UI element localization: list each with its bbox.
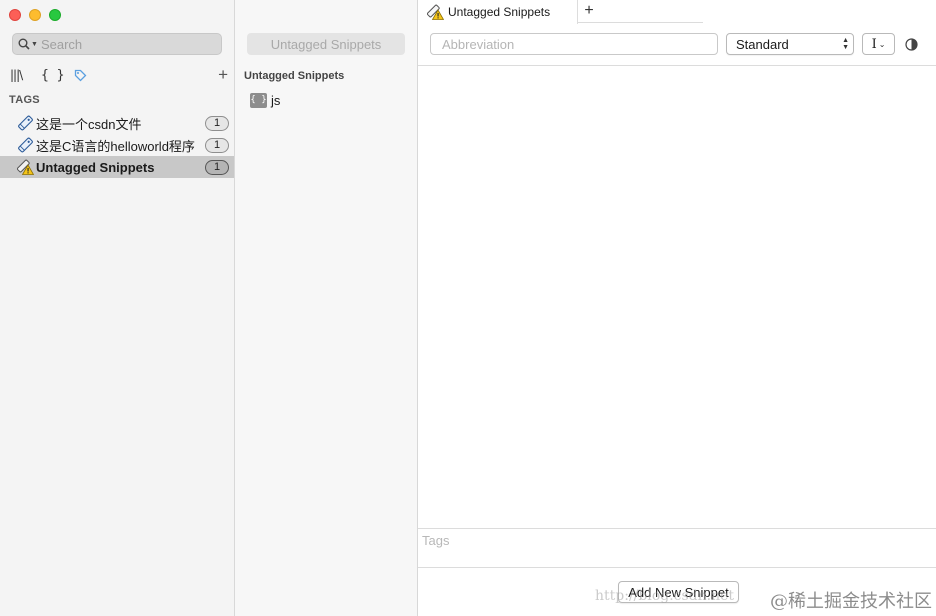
library-icon[interactable]: |||\ xyxy=(10,68,23,82)
panel-title: Untagged Snippets xyxy=(247,33,405,55)
tags-section-header: TAGS xyxy=(9,94,40,106)
watermark: @稀土掘金技术社区 xyxy=(770,591,932,612)
tag-icon xyxy=(16,115,34,131)
bottom-divider xyxy=(418,567,936,568)
tab-untagged-snippets[interactable]: Untagged Snippets xyxy=(418,0,578,24)
text-cursor-icon: I xyxy=(871,36,877,52)
tag-list: 这是一个csdn文件 1 这是C语言的helloworld程序 1 Untagg… xyxy=(0,112,234,178)
snippet-count-badge: 1 xyxy=(205,160,229,175)
search-options-chevron-icon[interactable]: ▼ xyxy=(31,41,38,48)
tag-label: Untagged Snippets xyxy=(36,159,155,175)
tab-bar-divider xyxy=(578,22,703,23)
mode-switcher: |||\ { } + xyxy=(10,65,228,85)
window-controls xyxy=(9,9,61,21)
chevron-down-icon: ⌄ xyxy=(878,39,886,49)
snippet-code-icon: { } xyxy=(250,93,267,108)
close-window-button[interactable] xyxy=(9,9,21,21)
snippet-count-badge: 1 xyxy=(205,138,229,153)
tag-icon xyxy=(16,137,34,153)
snippet-group-heading: Untagged Snippets xyxy=(244,70,345,82)
untagged-warning-icon xyxy=(427,4,444,20)
watermark-url: http://blog.csdn.net xyxy=(595,588,735,604)
snippet-item-js[interactable]: { } js xyxy=(250,93,280,108)
theme-toggle-icon[interactable] xyxy=(905,38,918,51)
tags-input[interactable]: Tags xyxy=(422,533,449,548)
tag-label: 这是一个csdn文件 xyxy=(36,116,142,132)
snippet-list-panel: Untagged Snippets Untagged Snippets { } … xyxy=(235,0,418,616)
snippet-editor: Untagged Snippets + Standard ▲▼ I ⌄ Tags… xyxy=(418,0,936,616)
tag-item-csdn[interactable]: 这是一个csdn文件 1 xyxy=(0,112,234,134)
abbreviation-input[interactable] xyxy=(430,33,718,55)
new-tab-button[interactable]: + xyxy=(581,2,597,20)
tab-label: Untagged Snippets xyxy=(448,5,551,19)
tag-item-untagged[interactable]: Untagged Snippets 1 xyxy=(0,156,234,178)
syntax-mode-select[interactable]: Standard ▲ ▼ xyxy=(726,33,854,55)
tag-label: 这是C语言的helloworld程序 xyxy=(36,138,195,154)
sidebar: ▼ |||\ { } + TAGS 这是 xyxy=(0,0,235,616)
cursor-placeholder-button[interactable]: I ⌄ xyxy=(862,33,895,55)
add-tag-button[interactable]: + xyxy=(218,65,228,85)
tag-icon[interactable] xyxy=(74,69,87,85)
search-input[interactable] xyxy=(40,36,191,52)
syntax-mode-value: Standard xyxy=(736,36,789,52)
zoom-window-button[interactable] xyxy=(49,9,61,21)
snippet-label: js xyxy=(271,93,281,108)
minimize-window-button[interactable] xyxy=(29,9,41,21)
updown-arrows-icon: ▲ ▼ xyxy=(842,37,849,51)
tag-item-c-helloworld[interactable]: 这是C语言的helloworld程序 1 xyxy=(0,134,234,156)
search-icon xyxy=(18,38,30,50)
code-editor-area[interactable] xyxy=(418,66,936,528)
snippet-count-badge: 1 xyxy=(205,116,229,131)
braces-icon[interactable]: { } xyxy=(41,68,64,83)
tags-divider xyxy=(418,528,936,529)
tab-bar: Untagged Snippets + xyxy=(418,0,936,24)
untagged-warning-icon xyxy=(16,159,34,175)
search-field[interactable]: ▼ xyxy=(12,33,222,55)
